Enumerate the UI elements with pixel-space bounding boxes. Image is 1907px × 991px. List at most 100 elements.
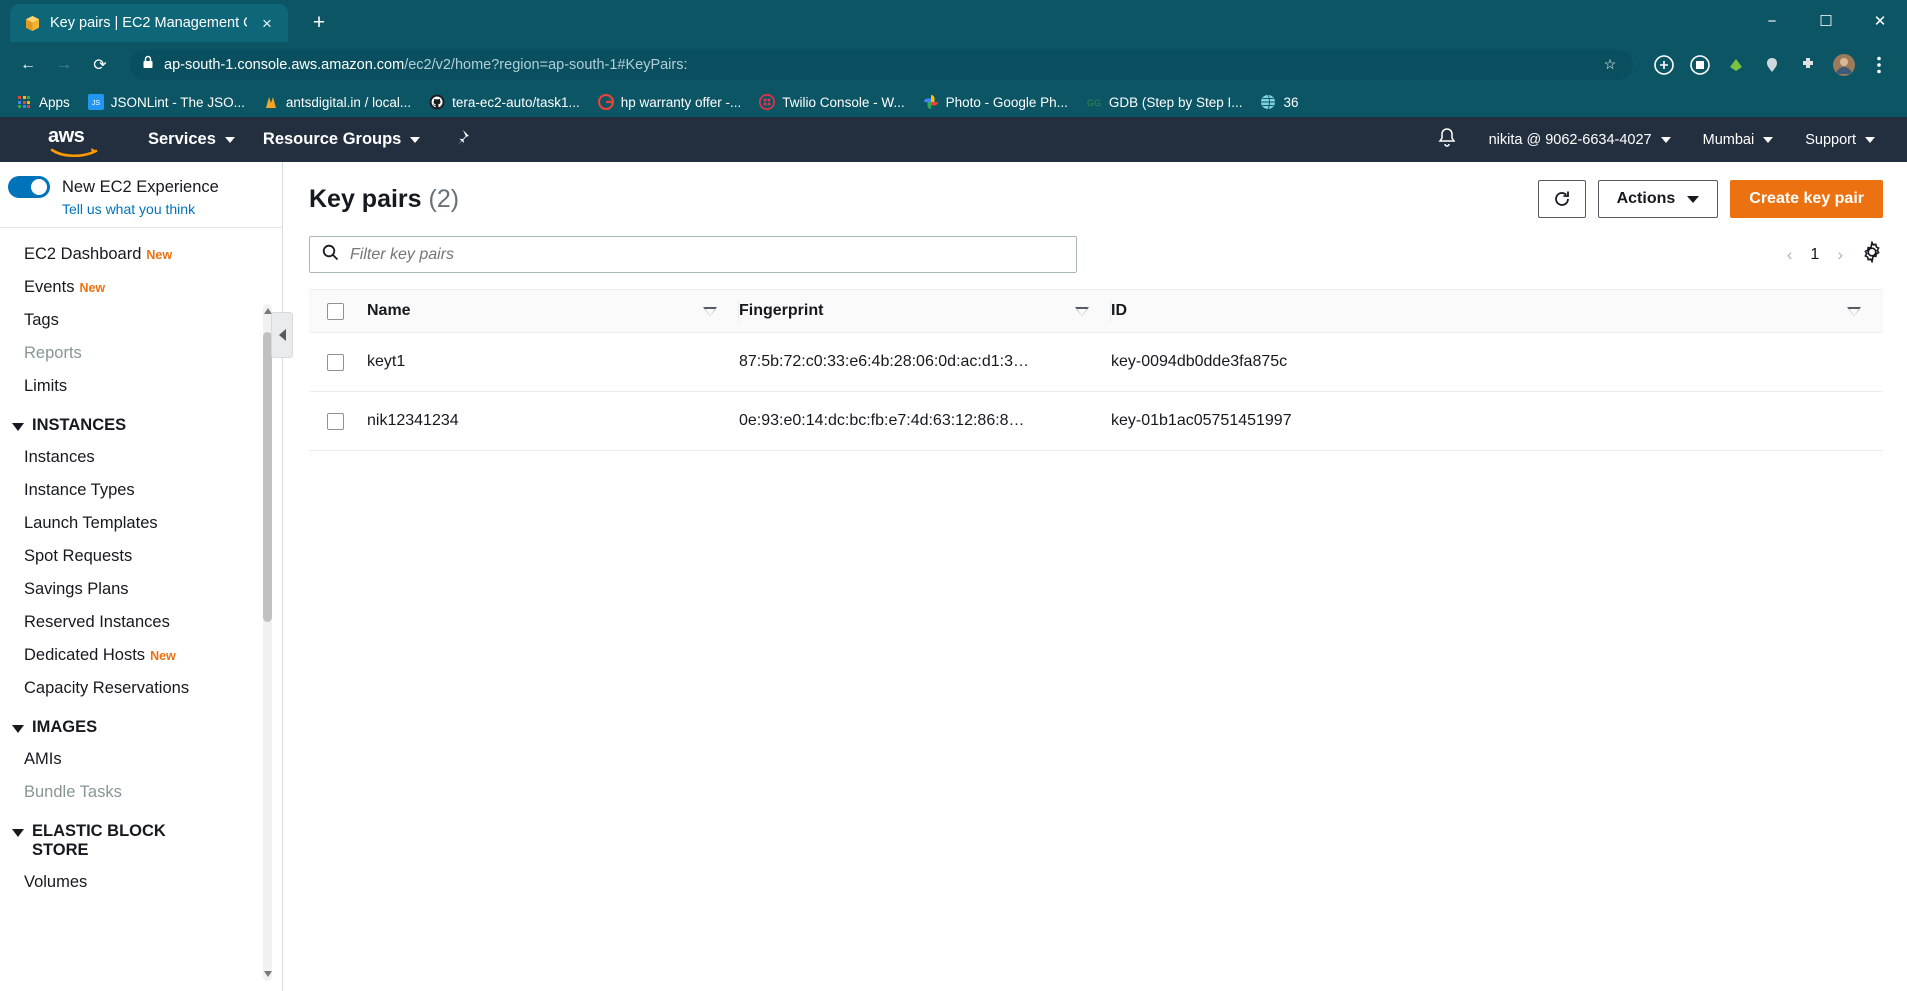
region-label: Mumbai xyxy=(1702,131,1755,148)
bookmark-hp-warranty[interactable]: hp warranty offer -... xyxy=(590,91,750,113)
bookmark-gdb[interactable]: GG GDB (Step by Step I... xyxy=(1078,91,1251,113)
svg-text:JS: JS xyxy=(92,100,101,107)
page-number[interactable]: 1 xyxy=(1810,246,1819,264)
sidebar-item-instances[interactable]: Instances xyxy=(0,441,282,474)
sidebar-item-reports[interactable]: Reports xyxy=(0,337,282,370)
aws-wordmark: aws xyxy=(48,124,85,147)
bookmark-label: 36 xyxy=(1283,94,1299,110)
extension-icon-1[interactable] xyxy=(1649,50,1679,80)
select-all-checkbox[interactable] xyxy=(327,302,344,320)
sidebar-item-amis[interactable]: AMIs xyxy=(0,743,282,776)
bookmark-label: hp warranty offer -... xyxy=(620,94,742,110)
column-header-id[interactable]: ID xyxy=(1111,289,1883,333)
aws-logo[interactable]: aws xyxy=(48,124,100,157)
sidebar-item-capacity-reservations[interactable]: Capacity Reservations xyxy=(0,672,282,705)
sidebar-item-label: Spot Requests xyxy=(24,546,133,565)
sidebar-item-instance-types[interactable]: Instance Types xyxy=(0,474,282,507)
key-pairs-table: Name Fingerprint ID keyt1 87:5b:72:c0:33… xyxy=(309,289,1883,451)
sidebar-item-bundle-tasks[interactable]: Bundle Tasks xyxy=(0,776,282,809)
bookmark-apps[interactable]: Apps xyxy=(8,91,78,113)
sidebar-group-elastic-block-store[interactable]: ELASTIC BLOCK STORE xyxy=(0,809,282,866)
sidebar-item-spot-requests[interactable]: Spot Requests xyxy=(0,540,282,573)
collapse-sidebar-button[interactable] xyxy=(271,312,293,358)
forward-icon[interactable]: → xyxy=(48,49,80,81)
new-experience-label: New EC2 Experience xyxy=(62,177,219,196)
bookmark-jsonlint[interactable]: JS JSONLint - The JSO... xyxy=(80,91,253,113)
row-checkbox[interactable] xyxy=(327,412,344,430)
pin-icon[interactable] xyxy=(452,128,471,152)
sort-icon[interactable] xyxy=(703,306,717,316)
sort-icon[interactable] xyxy=(1075,306,1089,316)
chevron-down-icon xyxy=(1865,136,1875,143)
bookmark-star-icon[interactable]: ☆ xyxy=(1599,54,1621,76)
extensions-puzzle-icon[interactable] xyxy=(1793,50,1823,80)
sidebar-item-tags[interactable]: Tags xyxy=(0,304,282,337)
tab-strip: Key pairs | EC2 Management Con × + − ☐ ✕ xyxy=(0,0,1907,42)
scrollbar-thumb[interactable] xyxy=(263,332,272,622)
account-menu[interactable]: nikita @ 9062-6634-4027 xyxy=(1475,117,1685,162)
bookmark-twilio[interactable]: Twilio Console - W... xyxy=(751,91,912,113)
close-window-button[interactable]: ✕ xyxy=(1853,0,1907,42)
sidebar-group-instances[interactable]: INSTANCES xyxy=(0,403,282,441)
column-header-id-label: ID xyxy=(1111,302,1127,319)
sort-icon[interactable] xyxy=(1847,306,1861,316)
search-input[interactable] xyxy=(350,245,1064,264)
address-bar[interactable]: ap-south-1.console.aws.amazon.com/ec2/v2… xyxy=(130,49,1633,80)
sidebar-item-launch-templates[interactable]: Launch Templates xyxy=(0,507,282,540)
chevron-left-icon xyxy=(278,329,286,341)
table-row[interactable]: nik12341234 0e:93:e0:14:dc:bc:fb:e7:4d:6… xyxy=(309,391,1883,451)
sidebar-item-ec2-dashboard[interactable]: EC2 Dashboard New xyxy=(0,238,282,271)
close-tab-icon[interactable]: × xyxy=(256,12,278,34)
sidebar-item-limits[interactable]: Limits xyxy=(0,370,282,403)
twilio-icon xyxy=(759,94,776,110)
sidebar-item-reserved-instances[interactable]: Reserved Instances xyxy=(0,606,282,639)
sidebar-item-events[interactable]: Events New xyxy=(0,271,282,304)
sidebar-group-images[interactable]: IMAGES xyxy=(0,705,282,743)
extension-icon-2[interactable] xyxy=(1685,50,1715,80)
bookmark-google-photos[interactable]: Photo - Google Ph... xyxy=(915,91,1076,113)
nav-services[interactable]: Services xyxy=(134,117,249,162)
avatar[interactable] xyxy=(1829,50,1859,80)
maximize-window-button[interactable]: ☐ xyxy=(1799,0,1853,42)
sidebar-item-savings-plans[interactable]: Savings Plans xyxy=(0,573,282,606)
extension-icon-4[interactable] xyxy=(1757,50,1787,80)
scroll-down-arrow-icon[interactable] xyxy=(264,971,272,977)
aws-cube-icon xyxy=(24,15,41,32)
browser-menu-icon[interactable] xyxy=(1863,49,1895,81)
column-header-name[interactable]: Name xyxy=(367,289,739,333)
region-menu[interactable]: Mumbai xyxy=(1689,117,1788,162)
minimize-window-button[interactable]: − xyxy=(1745,0,1799,42)
search-icon xyxy=(322,244,339,266)
bookmark-antsdigital[interactable]: antsdigital.in / local... xyxy=(255,91,419,113)
table-header-row: Name Fingerprint ID xyxy=(309,289,1883,333)
refresh-button[interactable] xyxy=(1537,180,1586,218)
sidebar-item-volumes[interactable]: Volumes xyxy=(0,866,282,899)
row-checkbox[interactable] xyxy=(327,353,344,371)
browser-tab[interactable]: Key pairs | EC2 Management Con × xyxy=(10,4,288,42)
bookmark-github-task1[interactable]: tera-ec2-auto/task1... xyxy=(421,91,588,113)
extension-icon-3[interactable] xyxy=(1721,50,1751,80)
actions-button[interactable]: Actions xyxy=(1597,180,1719,218)
sidebar-item-label: Limits xyxy=(24,377,68,395)
notifications-bell[interactable] xyxy=(1423,117,1471,162)
table-row[interactable]: keyt1 87:5b:72:c0:33:e6:4b:28:06:0d:ac:d… xyxy=(309,332,1883,392)
search-box[interactable] xyxy=(309,236,1077,273)
new-experience-toggle[interactable] xyxy=(8,176,50,198)
back-icon[interactable]: ← xyxy=(12,49,44,81)
support-menu[interactable]: Support xyxy=(1791,117,1889,162)
feedback-link[interactable]: Tell us what you think xyxy=(62,201,264,217)
new-tab-button[interactable]: + xyxy=(302,5,336,39)
sidebar-scrollbar[interactable] xyxy=(263,304,272,981)
bookmark-36[interactable]: 36 xyxy=(1252,91,1306,113)
cell-id: key-01b1ac05751451997 xyxy=(1111,391,1883,451)
create-key-pair-button[interactable]: Create key pair xyxy=(1730,180,1883,218)
previous-page-button[interactable]: ‹ xyxy=(1787,245,1793,265)
json-icon: JS xyxy=(87,94,104,110)
next-page-button[interactable]: › xyxy=(1837,245,1843,265)
nav-resource-groups[interactable]: Resource Groups xyxy=(249,117,434,162)
column-header-fingerprint[interactable]: Fingerprint xyxy=(739,289,1111,333)
gear-icon[interactable] xyxy=(1861,240,1883,268)
reload-icon[interactable]: ⟳ xyxy=(84,49,116,81)
bookmark-label: Apps xyxy=(39,94,70,110)
sidebar-item-dedicated-hosts[interactable]: Dedicated Hosts New xyxy=(0,639,282,672)
